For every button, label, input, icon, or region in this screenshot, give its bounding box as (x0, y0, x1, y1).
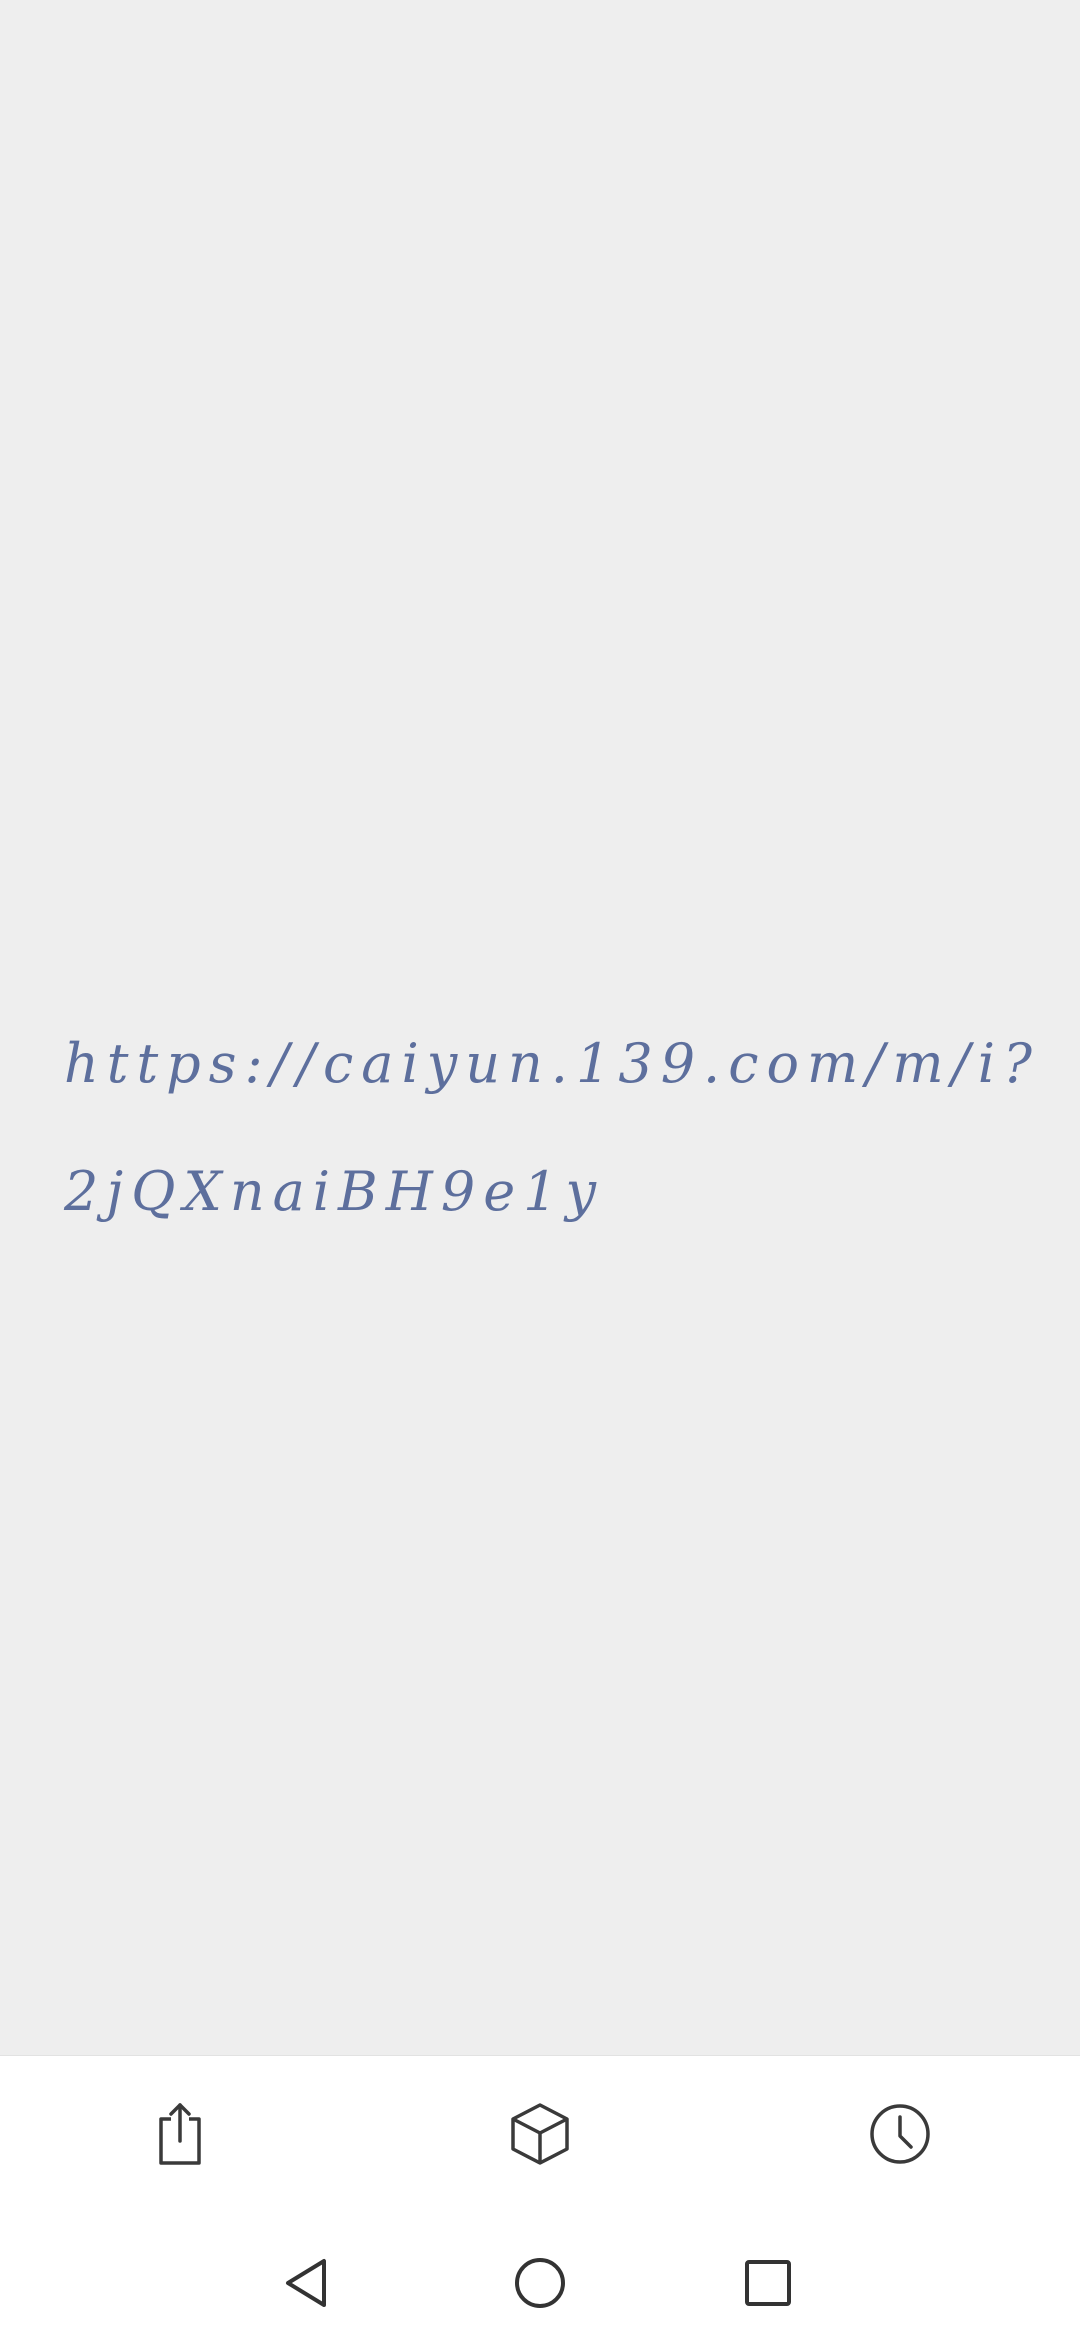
clock-icon (870, 2104, 930, 2164)
system-navigation-bar (0, 2225, 1080, 2340)
share-button[interactable] (130, 2084, 230, 2184)
recents-square-icon (745, 2260, 791, 2306)
note-text[interactable]: https://caiyun.139.com/m/i?2jQXnaiBH9e1y (64, 1000, 1044, 1256)
home-circle-icon (515, 2258, 565, 2308)
home-button[interactable] (490, 2233, 590, 2333)
history-button[interactable] (850, 2084, 950, 2184)
box-button[interactable] (490, 2084, 590, 2184)
note-canvas[interactable]: https://caiyun.139.com/m/i?2jQXnaiBH9e1y (0, 0, 1080, 2055)
share-icon (159, 2103, 201, 2165)
recents-button[interactable] (718, 2233, 818, 2333)
screen: https://caiyun.139.com/m/i?2jQXnaiBH9e1y (0, 0, 1080, 2340)
back-button[interactable] (258, 2233, 358, 2333)
back-triangle-icon (286, 2259, 326, 2307)
bottom-toolbar (0, 2055, 1080, 2226)
box-icon (511, 2103, 569, 2165)
